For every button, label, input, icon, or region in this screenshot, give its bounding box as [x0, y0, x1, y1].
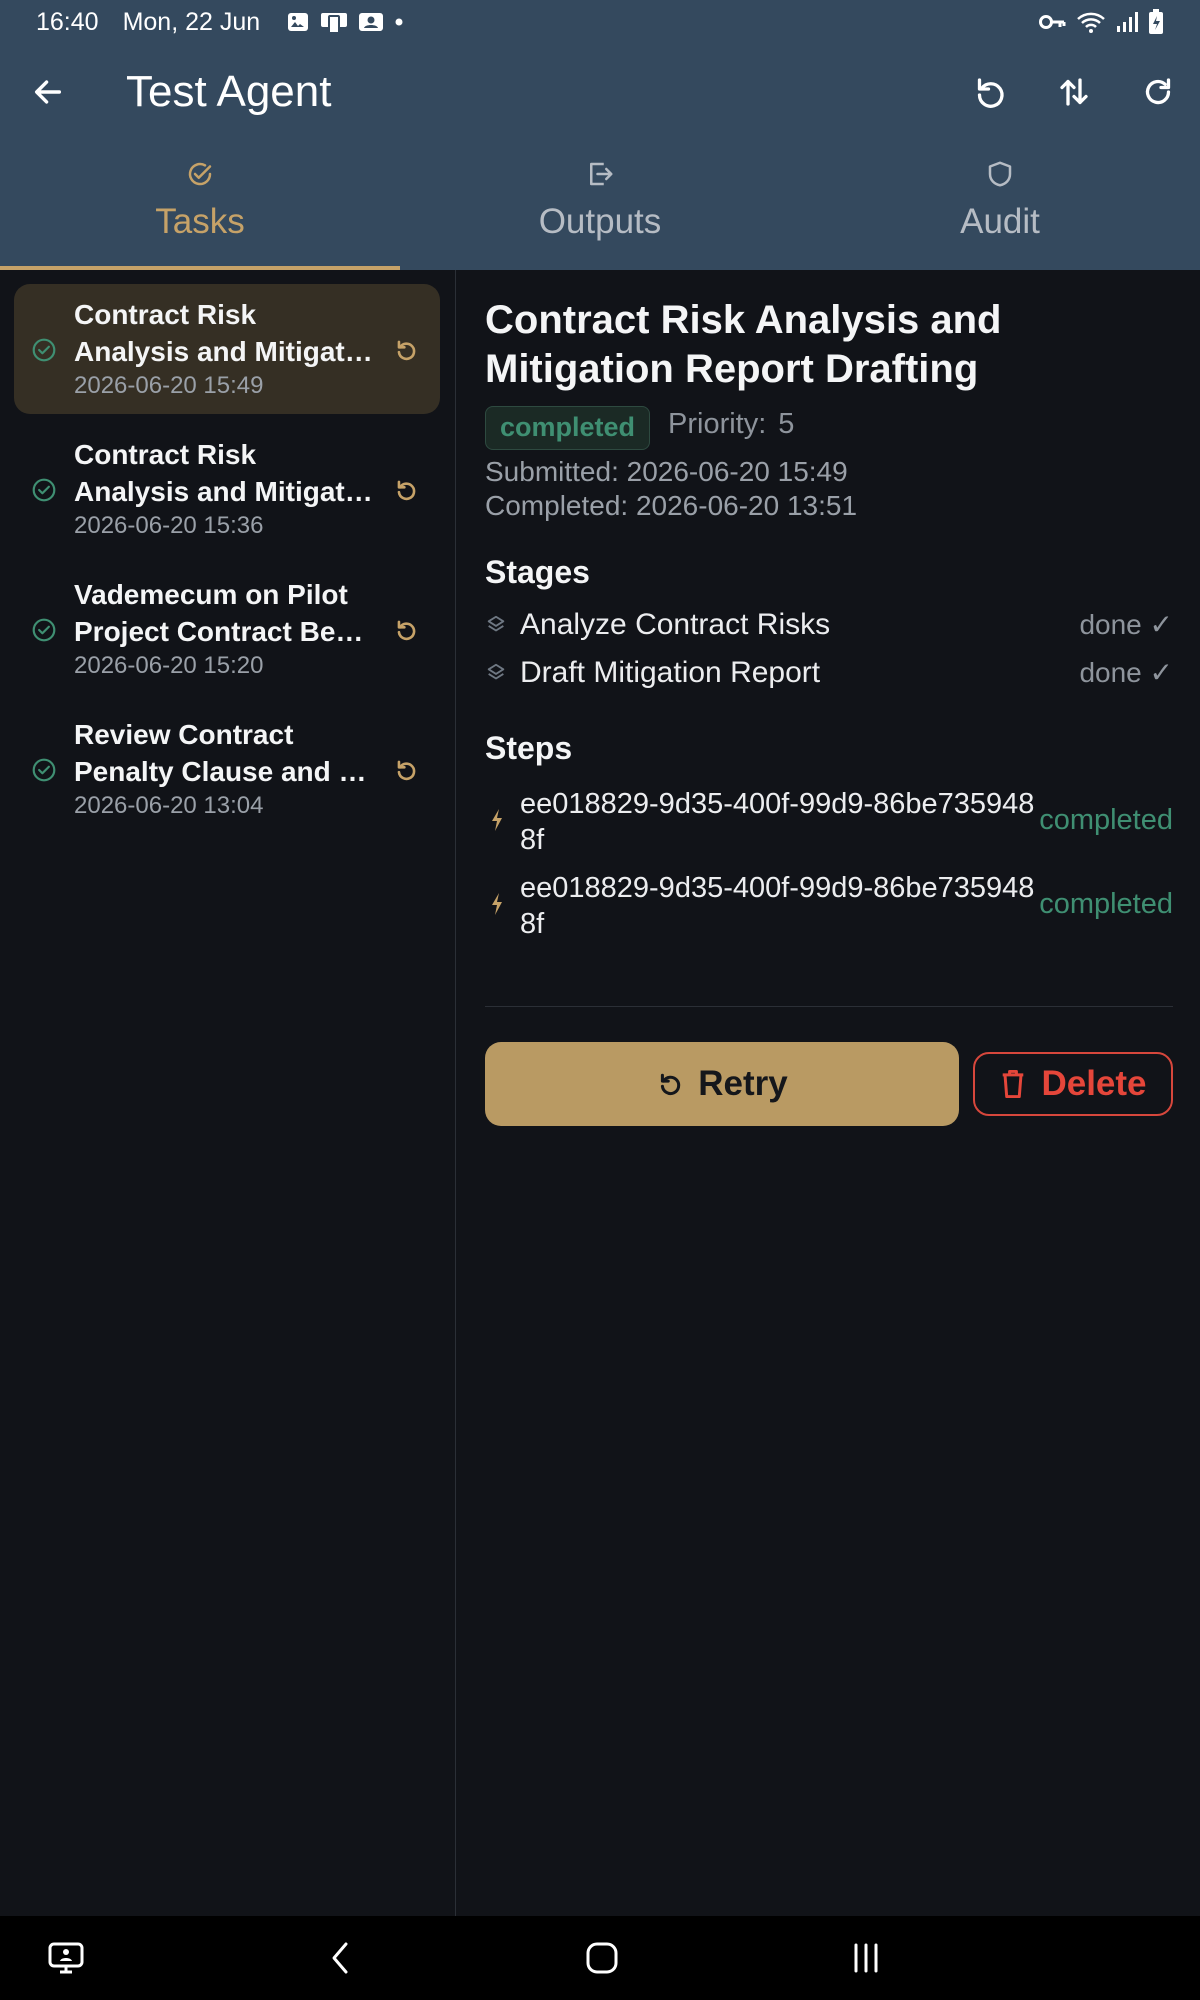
- task-time: 2026-06-20 15:49: [74, 372, 264, 399]
- task-item[interactable]: Vademecum on PilotProject Contract Benef…: [14, 564, 440, 694]
- stage-state: done ✓: [1079, 609, 1173, 640]
- task-item[interactable]: Contract RiskAnalysis and Mitigation Rep…: [14, 424, 440, 554]
- task-title: Contract RiskAnalysis and Mitigation Rep…: [74, 299, 374, 367]
- export-icon: [590, 162, 613, 186]
- step-state: completed: [1039, 888, 1173, 920]
- sort-button[interactable]: [1048, 66, 1100, 118]
- sort-icon: [1060, 78, 1088, 106]
- priority-value: 5: [778, 408, 795, 440]
- nav-home-button[interactable]: [580, 1936, 624, 1980]
- retry-label: Retry: [698, 1064, 788, 1103]
- tab-label: Tasks: [155, 202, 245, 241]
- step-state: completed: [1039, 804, 1173, 836]
- tab-bar: Tasks Outputs Audit: [0, 148, 1200, 270]
- refresh-icon: [1145, 78, 1171, 105]
- bolt-icon: [492, 893, 502, 915]
- delete-button[interactable]: Delete: [973, 1052, 1173, 1116]
- task-item[interactable]: Review ContractPenalty Clause and Terms …: [14, 704, 440, 834]
- stages-heading: Stages: [485, 554, 590, 590]
- retry-icon: [397, 480, 416, 501]
- task-time: 2026-06-20 13:04: [74, 792, 264, 819]
- vpn-key-icon: [1039, 15, 1066, 29]
- screen-share-button[interactable]: [44, 1936, 88, 1980]
- wifi-icon: [1077, 12, 1105, 33]
- status-date: Mon, 22 Jun: [122, 7, 261, 36]
- task-title: Review ContractPenalty Clause and Terms: [74, 719, 374, 787]
- submitted-time: Submitted: 2026-06-20 15:49: [485, 456, 848, 487]
- task-item[interactable]: Contract RiskAnalysis and Mitigation Rep…: [14, 284, 440, 414]
- layers-icon: [487, 663, 505, 680]
- detail-title: Contract Risk Analysis and Mitigation Re…: [485, 298, 1002, 391]
- undo-button[interactable]: [964, 66, 1016, 118]
- home-icon: [586, 1942, 618, 1974]
- task-retry-button[interactable]: [390, 474, 422, 506]
- delete-label: Delete: [1041, 1064, 1147, 1103]
- contact-notification-icon: [359, 13, 384, 31]
- completed-time: Completed: 2026-06-20 13:51: [485, 490, 858, 521]
- tab-label: Audit: [960, 202, 1040, 241]
- retry-icon: [661, 1073, 681, 1096]
- tab-audit[interactable]: Audit: [800, 148, 1200, 270]
- app-title: Test Agent: [126, 67, 332, 116]
- step-item: ee018829-9d35-400f-99d9-86be7359488f com…: [485, 870, 1173, 946]
- retry-icon: [397, 340, 416, 361]
- retry-button[interactable]: Retry: [485, 1042, 959, 1126]
- step-id: ee018829-9d35-400f-99d9-86be7359488f: [520, 872, 1035, 940]
- step-id: ee018829-9d35-400f-99d9-86be7359488f: [520, 788, 1035, 856]
- divider: [485, 1006, 1173, 1007]
- nav-back-icon: [332, 1942, 348, 1974]
- status-badge: completed: [485, 406, 651, 450]
- steps-heading: Steps: [485, 730, 573, 766]
- gallery-notification-icon: [288, 13, 309, 31]
- stage-item: Analyze Contract Risks done ✓: [485, 606, 1173, 646]
- task-done-icon: [32, 338, 56, 362]
- back-button[interactable]: [24, 68, 72, 116]
- pane-divider: [455, 270, 456, 1916]
- task-retry-button[interactable]: [390, 334, 422, 366]
- recents-icon: [854, 1943, 878, 1973]
- system-nav-bar: [0, 1916, 1200, 2000]
- task-title: Vademecum on PilotProject Contract Benef…: [74, 579, 374, 647]
- tab-outputs[interactable]: Outputs: [400, 148, 800, 270]
- back-arrow-icon: [34, 80, 62, 104]
- task-list: Contract RiskAnalysis and Mitigation Rep…: [0, 270, 456, 1916]
- stage-state: done ✓: [1079, 657, 1173, 688]
- refresh-button[interactable]: [1132, 66, 1184, 118]
- system-icons: [1038, 9, 1164, 35]
- device-notification-icon: [321, 13, 348, 34]
- layers-icon: [487, 615, 505, 632]
- priority: Priority: 5: [668, 408, 794, 441]
- task-time: 2026-06-20 15:20: [74, 652, 264, 679]
- status-bar: 16:40 Mon, 22 Jun: [0, 0, 1200, 44]
- retry-icon: [397, 760, 416, 781]
- signal-icon: [1117, 12, 1138, 32]
- task-done-icon: [32, 758, 56, 782]
- shield-icon: [988, 161, 1012, 187]
- trash-icon: [1003, 1069, 1024, 1099]
- screen-share-icon: [48, 1942, 84, 1974]
- step-item: ee018829-9d35-400f-99d9-86be7359488f com…: [485, 786, 1173, 862]
- task-retry-button[interactable]: [390, 754, 422, 786]
- nav-back-button[interactable]: [318, 1936, 362, 1980]
- status-time: 16:40: [36, 7, 99, 36]
- task-time: 2026-06-20 15:36: [74, 512, 264, 539]
- check-circle-icon: [188, 162, 212, 186]
- more-notifications-icon: [395, 18, 403, 26]
- notification-icons: [286, 10, 404, 34]
- task-retry-button[interactable]: [390, 614, 422, 646]
- stage-label: Analyze Contract Risks: [520, 608, 831, 641]
- task-title: Contract RiskAnalysis and Mitigation Rep…: [74, 439, 374, 507]
- tab-tasks[interactable]: Tasks: [0, 148, 400, 270]
- bolt-icon: [492, 809, 502, 831]
- battery-icon: [1149, 9, 1163, 34]
- task-done-icon: [32, 478, 56, 502]
- retry-icon: [397, 620, 416, 641]
- stage-item: Draft Mitigation Report done ✓: [485, 654, 1173, 694]
- priority-label: Priority:: [668, 408, 767, 440]
- nav-recents-button[interactable]: [844, 1936, 888, 1980]
- tab-label: Outputs: [538, 202, 662, 241]
- task-done-icon: [32, 618, 56, 642]
- undo-icon: [977, 78, 1004, 108]
- stage-label: Draft Mitigation Report: [520, 656, 821, 689]
